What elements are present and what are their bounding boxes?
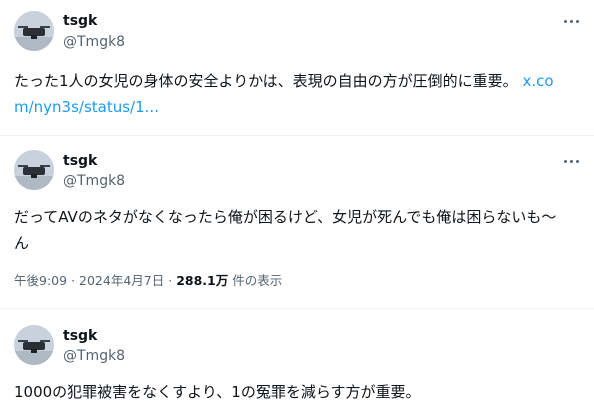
drone-avatar-icon [14, 150, 54, 190]
tweet-text: 1000の犯罪被害をなくすより、1の冤罪を減らす方が重要。 [14, 383, 421, 401]
tweet[interactable]: tsgk @Tmgk8 だってAVのネタがなくなったら俺が困るけど、女児が死んで… [0, 136, 594, 308]
views-label: 件の表示 [232, 273, 283, 288]
meta-separator: · [168, 273, 173, 288]
drone-avatar-icon [14, 325, 54, 365]
more-horizontal-icon[interactable] [560, 13, 582, 29]
tweet[interactable]: tsgk @Tmgk8 1000の犯罪被害をなくすより、1の冤罪を減らす方が重要… [0, 309, 594, 414]
tweet-time[interactable]: 午後9:09 [14, 273, 67, 288]
author-name[interactable]: tsgk [63, 327, 97, 345]
more-horizontal-icon[interactable] [560, 153, 582, 169]
tweet-date[interactable]: 2024年4月7日 [79, 273, 164, 288]
tweet-text-content: たった1人の女児の身体の安全よりかは、表現の自由の方が圧倒的に重要。 [14, 72, 518, 90]
tweet-text: たった1人の女児の身体の安全よりかは、表現の自由の方が圧倒的に重要。 x.com… [14, 68, 559, 120]
author-handle[interactable]: @Tmgk8 [63, 172, 125, 190]
avatar[interactable] [14, 150, 54, 190]
meta-separator: · [71, 273, 76, 288]
tweet-text: だってAVのネタがなくなったら俺が困るけど、女児が死んでも俺は困らないも～ん [14, 208, 557, 252]
views-count: 288.1万 [176, 273, 229, 288]
avatar[interactable] [14, 11, 54, 51]
avatar[interactable] [14, 325, 54, 365]
author-name[interactable]: tsgk [63, 152, 97, 170]
tweet-feed: tsgk @Tmgk8 たった1人の女児の身体の安全よりかは、表現の自由の方が圧… [0, 0, 594, 414]
tweet[interactable]: tsgk @Tmgk8 たった1人の女児の身体の安全よりかは、表現の自由の方が圧… [0, 0, 594, 135]
drone-avatar-icon [14, 11, 54, 51]
author-handle[interactable]: @Tmgk8 [63, 347, 125, 365]
author-handle[interactable]: @Tmgk8 [63, 33, 125, 51]
tweet-meta: 午後9:09 · 2024年4月7日 · 288.1万 件の表示 [14, 272, 282, 290]
author-name[interactable]: tsgk [63, 12, 97, 30]
